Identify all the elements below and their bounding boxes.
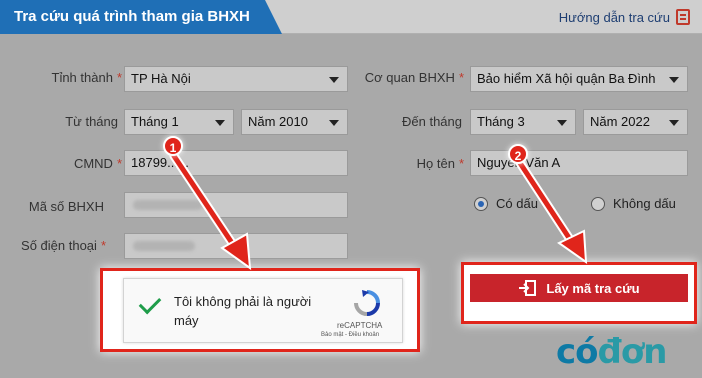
watermark-logo: cóđơn (556, 332, 667, 372)
annotation-arrows (169, 151, 588, 271)
page-background: Tra cứu quá trình tham gia BHXH Hướng dẫ… (0, 0, 702, 378)
step-marker-1: 1 (163, 136, 183, 156)
step-marker-2: 2 (508, 144, 528, 164)
